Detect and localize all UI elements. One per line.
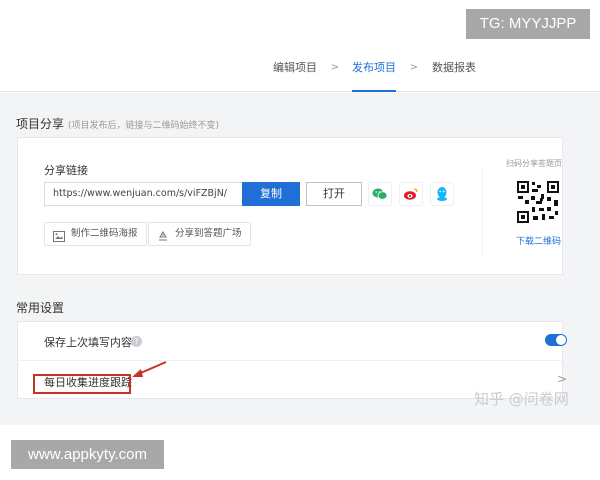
common-settings-title: 常用设置: [16, 301, 65, 315]
qr-code: [516, 180, 560, 224]
share-to-square-label: 分享到答题广场: [175, 228, 242, 239]
share-card-divider: [482, 168, 483, 254]
weibo-icon[interactable]: [399, 182, 423, 206]
image-icon: [53, 229, 65, 251]
save-last-input-label: 保存上次填写内容: [44, 336, 132, 349]
zhihu-watermark: 知乎 @问卷网: [474, 390, 569, 408]
share-card: 分享链接 https://www.wenjuan.com/s/viFZBjN/ …: [17, 137, 563, 275]
share-link-label: 分享链接: [44, 164, 88, 177]
make-qr-poster-label: 制作二维码海报: [71, 228, 138, 239]
top-nav-bar: 编辑项目 > 发布项目 > 数据报表: [0, 40, 600, 92]
chevron-right-icon[interactable]: >: [557, 372, 567, 386]
share-to-square-button[interactable]: 分享到答题广场: [148, 222, 251, 246]
open-button[interactable]: 打开: [306, 182, 362, 206]
project-share-heading: 项目分享 (项目发布后，链接与二维码始终不变): [16, 115, 219, 132]
tg-overlay-tag: TG: MYYJJPP: [466, 9, 590, 39]
tab-separator-2: >: [409, 62, 419, 73]
annotation-arrow: [132, 361, 167, 377]
save-last-input-toggle[interactable]: [545, 334, 567, 346]
project-share-hint: (项目发布后，链接与二维码始终不变): [68, 121, 220, 131]
help-icon[interactable]: ?: [131, 336, 142, 347]
qr-caption: 扫码分享答题页: [506, 159, 562, 168]
make-qr-poster-button[interactable]: 制作二维码海报: [44, 222, 147, 246]
toggle-knob: [556, 335, 566, 345]
tab-separator-1: >: [330, 62, 340, 73]
download-qr-link[interactable]: 下载二维码: [516, 234, 561, 247]
recycle-share-icon: [157, 229, 169, 251]
annotation-highlight-box: [33, 374, 131, 394]
website-overlay-tag: www.appkyty.com: [11, 440, 164, 469]
tab-data-report[interactable]: 数据报表: [432, 40, 476, 92]
wechat-icon[interactable]: [368, 182, 392, 206]
tab-edit-project[interactable]: 编辑项目: [273, 40, 317, 92]
tab-publish-project[interactable]: 发布项目: [352, 40, 396, 92]
qq-icon[interactable]: [430, 182, 454, 206]
copy-button[interactable]: 复制: [242, 182, 300, 206]
share-url-field[interactable]: https://www.wenjuan.com/s/viFZBjN/: [44, 182, 242, 206]
save-last-input-row: 保存上次填写内容 ?: [18, 322, 567, 361]
project-share-title: 项目分享: [16, 117, 65, 131]
